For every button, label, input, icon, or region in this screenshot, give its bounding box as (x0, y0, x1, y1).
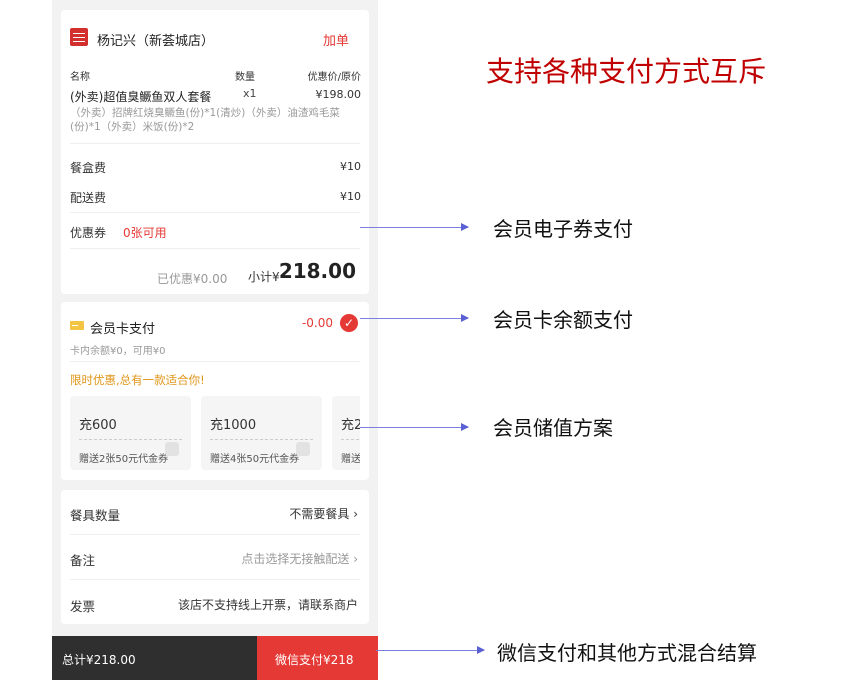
divider (70, 579, 360, 580)
header-qty: 数量 (235, 72, 255, 83)
recharge-plan[interactable]: 充2 赠送 (332, 396, 360, 470)
wechat-pay-button[interactable]: 微信支付¥218 (257, 636, 378, 680)
order-checkout-screen: 杨记兴（新荟城店） 加单 名称 数量 优惠价/原价 (外卖)超值臭鳜鱼双人套餐 … (52, 0, 378, 680)
item-price: ¥198.00 (315, 88, 362, 101)
subtotal-value: 218.00 (278, 259, 356, 283)
arrow-icon (376, 646, 485, 654)
utensils-label: 餐具数量 (70, 508, 121, 523)
member-card-panel: 会员卡支付 -0.00 ✓ 卡内余额¥0，可用¥0 限时优惠,总有一款适合你! … (61, 302, 369, 480)
total-bar: 总计¥218.00 (52, 636, 257, 680)
plan-divider (341, 439, 360, 440)
recharge-plan[interactable]: 充1000 赠送4张50元代金券 (201, 396, 322, 470)
annotation-title: 支持各种支付方式互斥 (486, 55, 767, 88)
delivery-fee-value: ¥10 (340, 190, 361, 203)
plan-bonus: 赠送4张50元代金券 (210, 454, 300, 465)
arrow-icon (360, 223, 469, 231)
annotation-coupon: 会员电子券支付 (493, 217, 633, 241)
invoice-note: 该店不支持线上开票，请联系商户 (177, 598, 358, 612)
order-options-card: 餐具数量 不需要餐具 › 备注 点击选择无接触配送 › 发票 该店不支持线上开票… (61, 490, 369, 624)
plan-divider (79, 439, 182, 440)
annotation-card-balance: 会员卡余额支付 (493, 308, 633, 332)
coupon-label[interactable]: 优惠券 (70, 224, 106, 241)
item-description: （外卖）招牌红烧臭鳜鱼(份)*1(清炒)（外卖）油渣鸡毛菜(份)*1（外卖）米饭… (70, 107, 340, 133)
delivery-fee-label: 配送费 (70, 191, 107, 205)
store-name: 杨记兴（新荟城店） (97, 34, 215, 49)
item-qty: x1 (243, 87, 257, 100)
divider (70, 534, 360, 535)
divider (70, 248, 360, 249)
header-price: 优惠价/原价 (307, 72, 361, 83)
divider (70, 143, 360, 144)
annotation-mixed-payment: 微信支付和其他方式混合结算 (497, 641, 757, 665)
order-card: 杨记兴（新荟城店） 加单 名称 数量 优惠价/原价 (外卖)超值臭鳜鱼双人套餐 … (61, 10, 369, 294)
annotation-recharge: 会员储值方案 (493, 416, 613, 440)
plan-title: 充2 (341, 418, 360, 433)
arrow-icon (360, 423, 469, 431)
money-bag-icon (296, 442, 310, 456)
plan-bonus: 赠送 (341, 454, 360, 465)
store-logo-icon (70, 28, 88, 46)
money-bag-icon (165, 442, 179, 456)
note-label: 备注 (70, 553, 96, 568)
chevron-right-icon: › (349, 552, 358, 566)
chevron-right-icon: › (349, 507, 358, 521)
coupon-count[interactable]: 0张可用 (123, 224, 167, 241)
note-select[interactable]: 点击选择无接触配送 › (241, 550, 358, 567)
recharge-plan[interactable]: 充600 赠送2张50元代金券 (70, 396, 191, 470)
plan-title: 充600 (79, 418, 117, 433)
order-total: 总计¥218.00 (62, 653, 136, 667)
plan-title: 充1000 (210, 418, 257, 433)
arrow-icon (360, 314, 469, 322)
header-name: 名称 (70, 72, 90, 83)
box-fee-value: ¥10 (340, 160, 361, 173)
item-name: (外卖)超值臭鳜鱼双人套餐 (70, 90, 212, 104)
plan-bonus: 赠送2张50元代金券 (79, 454, 169, 465)
recharge-plans[interactable]: 充600 赠送2张50元代金券 充1000 赠送4张50元代金券 充2 赠送 (70, 302, 360, 480)
plan-divider (210, 439, 313, 440)
box-fee-label: 餐盒费 (70, 161, 107, 175)
wechat-pay-label: 微信支付¥218 (275, 653, 354, 667)
discount-amount: 已优惠¥0.00 (157, 272, 228, 286)
divider (70, 212, 360, 213)
add-order-button[interactable]: 加单 (323, 30, 349, 49)
invoice-label: 发票 (70, 599, 96, 614)
utensils-select[interactable]: 不需要餐具 › (289, 505, 358, 522)
subtotal-label: 小计¥ (248, 270, 280, 284)
